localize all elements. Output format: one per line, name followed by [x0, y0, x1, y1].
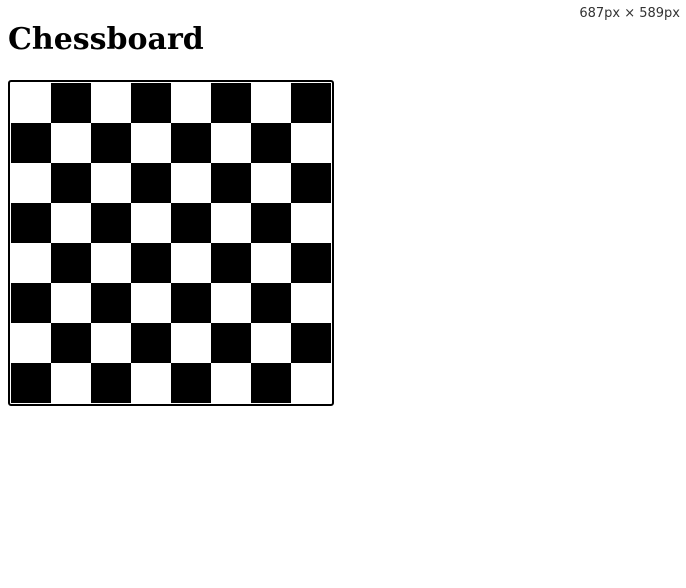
board-square-light [251, 243, 291, 283]
board-square-dark [171, 283, 211, 323]
board-square-light [291, 283, 331, 323]
board-square-light [211, 363, 251, 403]
board-square-dark [11, 363, 51, 403]
board-square-light [91, 163, 131, 203]
board-square-dark [131, 83, 171, 123]
board-square-light [131, 203, 171, 243]
board-square-dark [171, 363, 211, 403]
board-square-light [211, 283, 251, 323]
board-square-light [291, 363, 331, 403]
board-square-dark [91, 283, 131, 323]
board-square-light [171, 163, 211, 203]
board-square-light [91, 243, 131, 283]
board-square-dark [11, 203, 51, 243]
board-square-dark [291, 83, 331, 123]
board-square-dark [251, 363, 291, 403]
board-square-dark [171, 203, 211, 243]
board-square-dark [131, 323, 171, 363]
board-square-dark [171, 123, 211, 163]
board-square-light [91, 323, 131, 363]
chessboard [8, 80, 334, 406]
board-square-dark [251, 283, 291, 323]
board-square-dark [211, 243, 251, 283]
board-square-light [291, 123, 331, 163]
board-square-dark [91, 123, 131, 163]
board-square-dark [51, 323, 91, 363]
board-square-dark [211, 323, 251, 363]
board-square-light [211, 123, 251, 163]
board-square-light [171, 83, 211, 123]
board-square-light [11, 83, 51, 123]
board-square-light [251, 323, 291, 363]
board-square-dark [131, 163, 171, 203]
board-square-light [51, 123, 91, 163]
board-square-dark [251, 123, 291, 163]
board-square-light [171, 243, 211, 283]
board-square-dark [251, 203, 291, 243]
board-square-dark [291, 163, 331, 203]
board-square-dark [51, 83, 91, 123]
board-square-dark [11, 283, 51, 323]
board-square-dark [91, 203, 131, 243]
board-square-dark [91, 363, 131, 403]
board-square-light [131, 283, 171, 323]
board-square-light [51, 203, 91, 243]
board-square-light [131, 363, 171, 403]
board-square-light [51, 283, 91, 323]
board-square-light [11, 243, 51, 283]
board-square-dark [51, 163, 91, 203]
board-square-light [51, 363, 91, 403]
board-square-light [251, 83, 291, 123]
board-square-dark [11, 123, 51, 163]
viewport-size-readout: 687px × 589px [579, 6, 680, 21]
board-square-dark [51, 243, 91, 283]
board-square-light [291, 203, 331, 243]
board-square-light [211, 203, 251, 243]
board-square-light [251, 163, 291, 203]
board-square-dark [211, 163, 251, 203]
board-square-dark [211, 83, 251, 123]
board-square-light [91, 83, 131, 123]
board-square-dark [291, 243, 331, 283]
board-square-light [11, 323, 51, 363]
board-square-dark [291, 323, 331, 363]
board-square-light [131, 123, 171, 163]
board-square-dark [131, 243, 171, 283]
page-title: Chessboard [8, 22, 204, 57]
board-square-light [171, 323, 211, 363]
board-square-light [11, 163, 51, 203]
